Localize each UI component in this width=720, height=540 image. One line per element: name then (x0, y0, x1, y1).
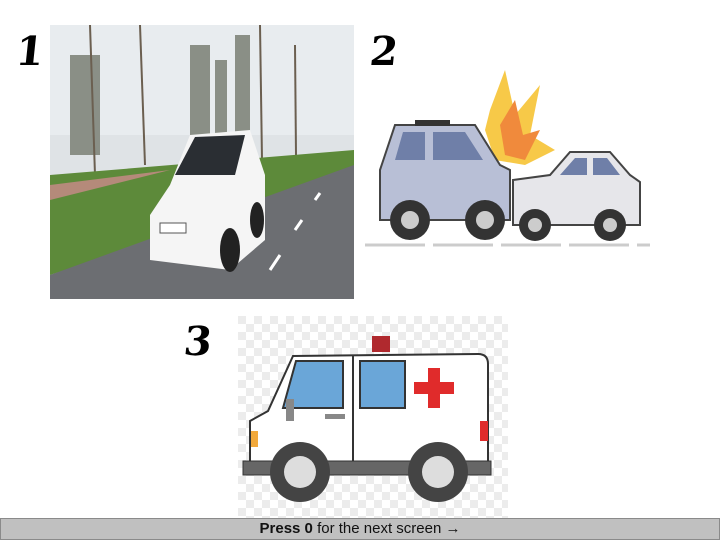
crash-illustration (365, 70, 650, 247)
footer-press-key: Press 0 (259, 520, 313, 537)
footer-text: for the next screen (317, 520, 442, 537)
arrow-right-icon: → (445, 520, 461, 537)
label-1: 1 (13, 28, 47, 75)
car-photo (50, 25, 354, 299)
footer-instruction-bar: Press 0 for the next screen → (0, 518, 720, 540)
label-3: 3 (181, 318, 215, 365)
ambulance-illustration (238, 316, 508, 518)
label-2: 2 (367, 28, 401, 75)
